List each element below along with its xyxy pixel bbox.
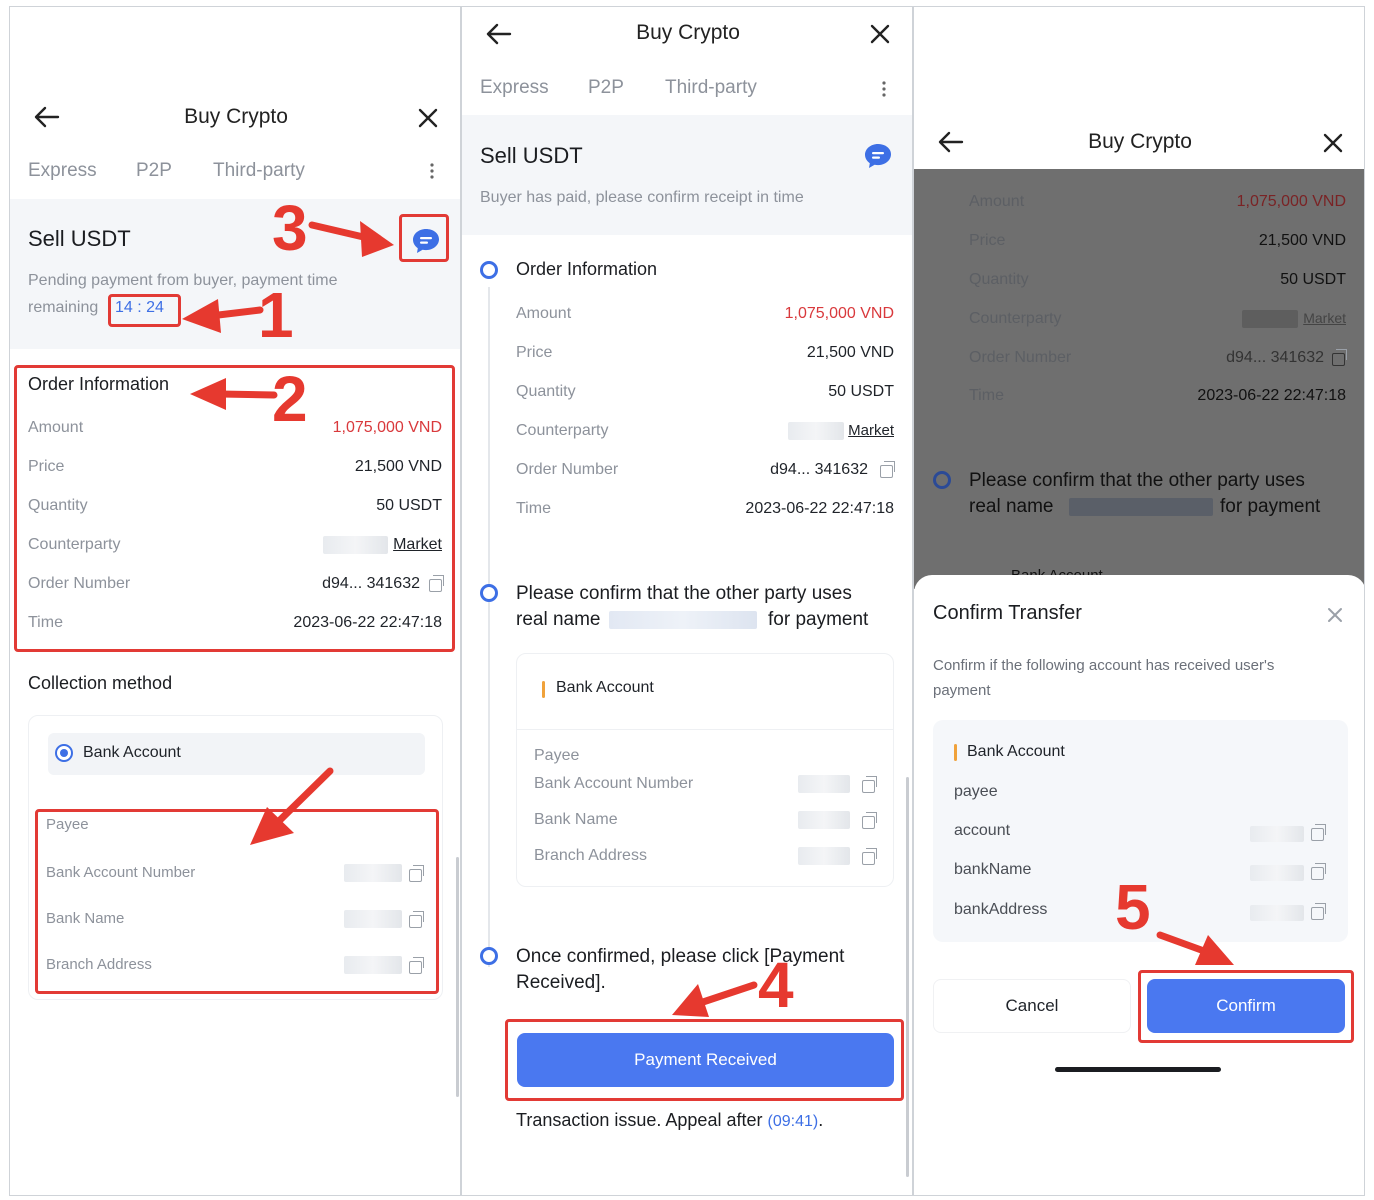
- screen-sell-pending: Buy Crypto Express P2P Third-party Sell …: [9, 6, 461, 1196]
- screen-confirm-transfer: Buy Crypto Amount 1,075,000 VND Price 21…: [913, 6, 1365, 1196]
- annotation-arrows: [672, 981, 758, 1017]
- annotation-arrows: [182, 221, 394, 845]
- screen-sell-confirm: Buy Crypto Express P2P Third-party Sell …: [461, 6, 913, 1196]
- annotation-arrows: [1156, 931, 1234, 965]
